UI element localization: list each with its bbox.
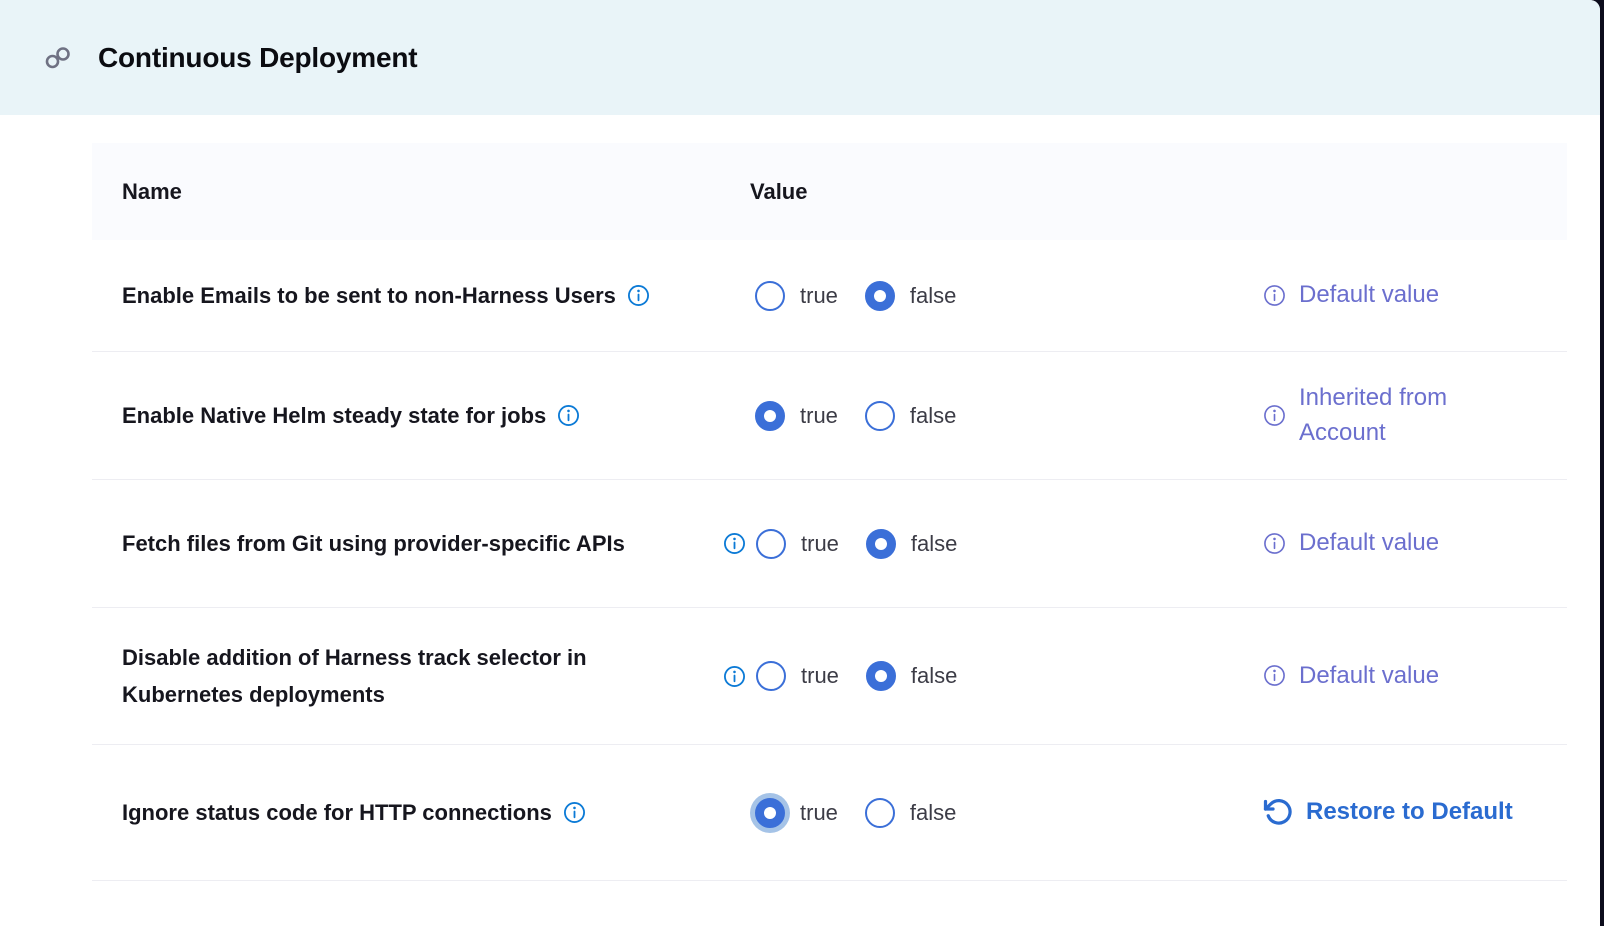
radio-false[interactable] [865, 281, 895, 311]
setting-label: Fetch files from Git using provider-spec… [122, 525, 625, 562]
value-radio-group: true false [756, 661, 957, 691]
info-icon[interactable] [557, 404, 580, 427]
status-label[interactable]: Default value [1299, 526, 1439, 561]
setting-value-cell: true false [715, 529, 1263, 559]
setting-value-cell: true false [715, 401, 1263, 431]
setting-label: Disable addition of Harness track select… [122, 639, 667, 714]
radio-true-label[interactable]: true [800, 283, 838, 309]
setting-name-cell: Fetch files from Git using provider-spec… [92, 525, 715, 562]
info-icon[interactable] [723, 532, 746, 555]
setting-name-cell: Enable Emails to be sent to non-Harness … [92, 277, 715, 314]
value-radio-group: true false [755, 281, 956, 311]
radio-false-label[interactable]: false [911, 531, 957, 557]
radio-false-label[interactable]: false [910, 283, 956, 309]
value-radio-group: true false [755, 401, 956, 431]
setting-value-cell: true false [715, 798, 1263, 828]
radio-true[interactable] [755, 281, 785, 311]
radio-false[interactable] [866, 661, 896, 691]
radio-option-true[interactable]: true [755, 798, 838, 828]
info-icon[interactable] [563, 801, 586, 824]
radio-option-true[interactable]: true [755, 401, 838, 431]
setting-status-cell: Inherited from Account [1263, 381, 1567, 451]
radio-true-label[interactable]: true [800, 800, 838, 826]
setting-label: Enable Emails to be sent to non-Harness … [122, 277, 616, 314]
radio-option-false[interactable]: false [865, 281, 956, 311]
table-row: Fetch files from Git using provider-spec… [92, 480, 1567, 608]
info-icon[interactable] [1263, 532, 1286, 555]
radio-option-true[interactable]: true [756, 529, 839, 559]
radio-true-label[interactable]: true [801, 663, 839, 689]
table-row: Enable Native Helm steady state for jobs… [92, 352, 1567, 480]
table-row: Enable Emails to be sent to non-Harness … [92, 240, 1567, 352]
status-label[interactable]: Restore to Default [1306, 795, 1513, 830]
radio-option-false[interactable]: false [865, 798, 956, 828]
radio-true-label[interactable]: true [801, 531, 839, 557]
radio-false[interactable] [866, 529, 896, 559]
table-row: Disable addition of Harness track select… [92, 608, 1567, 745]
column-header-name: Name [92, 179, 715, 205]
radio-false-label[interactable]: false [910, 800, 956, 826]
status-label[interactable]: Default value [1299, 278, 1439, 313]
info-icon[interactable] [1263, 284, 1286, 307]
value-radio-group: true false [756, 529, 957, 559]
status-label[interactable]: Inherited from Account [1299, 381, 1514, 451]
settings-table: Name Value Enable Emails to be sent to n… [92, 143, 1567, 881]
radio-true[interactable] [755, 401, 785, 431]
radio-false[interactable] [865, 798, 895, 828]
radio-option-false[interactable]: false [866, 661, 957, 691]
radio-option-false[interactable]: false [866, 529, 957, 559]
setting-label: Enable Native Helm steady state for jobs [122, 397, 546, 434]
setting-value-cell: true false [715, 661, 1263, 691]
radio-true[interactable] [755, 798, 785, 828]
setting-status-cell: Default value [1263, 278, 1567, 313]
settings-panel: Continuous Deployment Name Value Enable … [0, 0, 1600, 926]
table-header-row: Name Value [92, 143, 1567, 240]
setting-status-cell: Restore to Default [1263, 795, 1567, 830]
radio-false[interactable] [865, 401, 895, 431]
setting-name-cell: Disable addition of Harness track select… [92, 639, 715, 714]
radio-option-false[interactable]: false [865, 401, 956, 431]
status-label[interactable]: Default value [1299, 659, 1439, 694]
info-icon[interactable] [627, 284, 650, 307]
settings-content: Name Value Enable Emails to be sent to n… [0, 115, 1600, 881]
info-icon[interactable] [1263, 664, 1286, 687]
info-icon[interactable] [723, 665, 746, 688]
radio-option-true[interactable]: true [756, 661, 839, 691]
radio-true-label[interactable]: true [800, 403, 838, 429]
link-icon [44, 45, 72, 71]
radio-true[interactable] [756, 661, 786, 691]
setting-value-cell: true false [715, 281, 1263, 311]
setting-status-cell: Default value [1263, 526, 1567, 561]
restore-icon[interactable] [1263, 797, 1293, 827]
setting-name-cell: Ignore status code for HTTP connections [92, 794, 715, 831]
value-radio-group: true false [755, 798, 956, 828]
section-header: Continuous Deployment [0, 0, 1600, 115]
radio-true[interactable] [756, 529, 786, 559]
setting-status-cell: Default value [1263, 659, 1567, 694]
radio-false-label[interactable]: false [911, 663, 957, 689]
setting-label: Ignore status code for HTTP connections [122, 794, 552, 831]
table-row: Ignore status code for HTTP connections … [92, 745, 1567, 881]
column-header-value: Value [715, 179, 807, 205]
radio-false-label[interactable]: false [910, 403, 956, 429]
info-icon[interactable] [1263, 404, 1286, 427]
setting-name-cell: Enable Native Helm steady state for jobs [92, 397, 715, 434]
radio-option-true[interactable]: true [755, 281, 838, 311]
page-title: Continuous Deployment [98, 42, 417, 74]
